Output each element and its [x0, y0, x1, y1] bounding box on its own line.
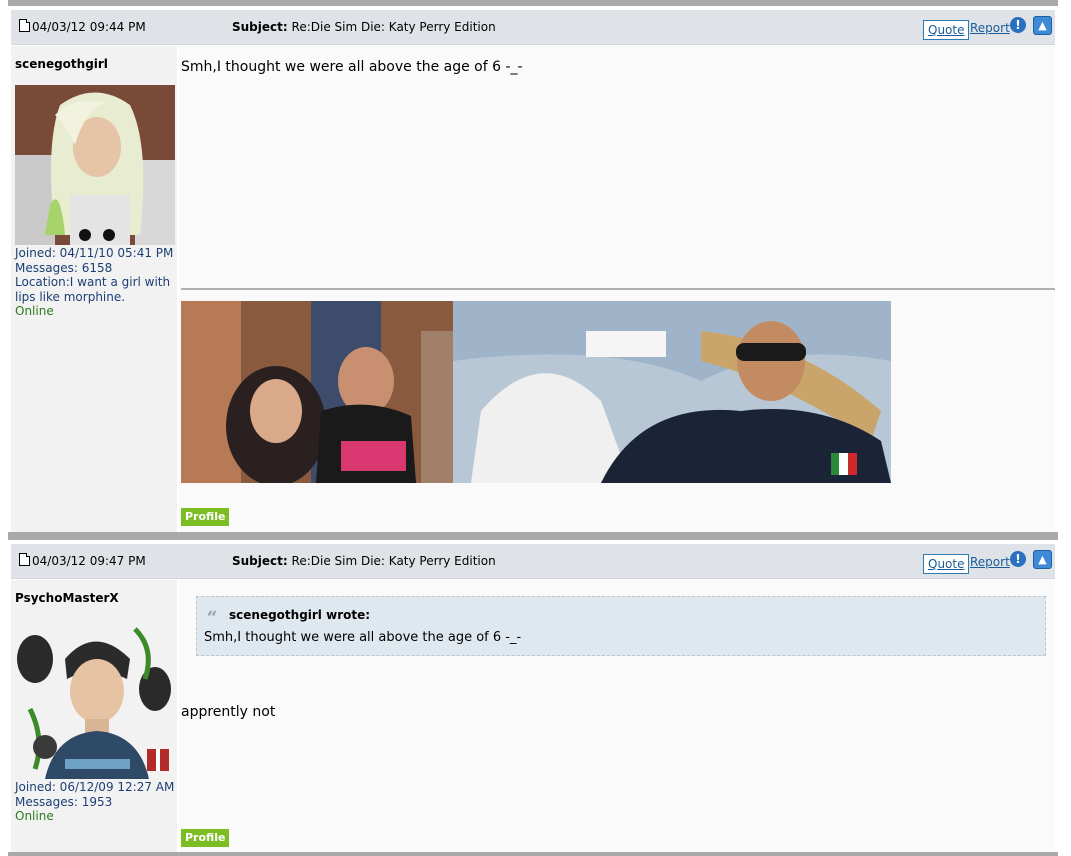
quote-text: Smh,I thought we were all above the age … — [204, 630, 522, 645]
post-header: 04/03/12 09:44 PM Subject: Re:Die Sim Di… — [11, 10, 1055, 45]
document-icon — [19, 19, 30, 32]
post-message: apprently not — [181, 704, 276, 720]
profile-button[interactable]: Profile — [181, 508, 230, 526]
report-link[interactable]: Report — [970, 555, 1010, 569]
message-count: Messages: 1953 — [15, 794, 113, 809]
subject-label: Subject: — [232, 20, 288, 34]
subject-text: Re:Die Sim Die: Katy Perry Edition — [291, 20, 496, 34]
quote-author: scenegothgirl wrote: — [229, 608, 371, 622]
post-header: 04/03/12 09:47 PM Subject: Re:Die Sim Di… — [11, 544, 1055, 579]
document-icon — [19, 553, 30, 566]
forum-post: 04/03/12 09:47 PM Subject: Re:Die Sim Di… — [8, 544, 1058, 852]
post-message: Smh,I thought we were all above the age … — [181, 59, 523, 75]
username[interactable]: PsychoMasterX — [15, 591, 119, 605]
subject-text: Re:Die Sim Die: Katy Perry Edition — [291, 554, 496, 568]
user-info: Joined: 04/11/10 05:41 PM Messages: 6158… — [15, 246, 175, 319]
post-divider — [8, 532, 1058, 540]
forum-post: 04/03/12 09:44 PM Subject: Re:Die Sim Di… — [8, 10, 1058, 532]
post-subject: Subject: Re:Die Sim Die: Katy Perry Edit… — [232, 554, 496, 568]
online-status: Online — [15, 304, 54, 318]
top-divider — [8, 0, 1058, 6]
user-info: Joined: 06/12/09 12:27 AM Messages: 1953… — [15, 780, 175, 824]
message-count: Messages: 6158 — [15, 260, 113, 275]
report-link[interactable]: Report — [970, 21, 1010, 35]
username[interactable]: scenegothgirl — [15, 57, 108, 71]
post-divider — [8, 852, 1058, 856]
signature-divider — [181, 288, 1055, 290]
online-status: Online — [15, 809, 54, 823]
subject-label: Subject: — [232, 554, 288, 568]
back-to-top-icon[interactable]: ▲ — [1033, 16, 1052, 35]
post-date: 04/03/12 09:44 PM — [32, 20, 146, 34]
post-content: “ scenegothgirl wrote: Smh,I thought we … — [179, 580, 1055, 852]
back-to-top-icon[interactable]: ▲ — [1033, 550, 1052, 569]
quote-marks-icon: “ — [206, 607, 217, 626]
quote-button[interactable]: Quote — [923, 554, 970, 574]
join-date: Joined: 06/12/09 12:27 AM — [15, 780, 175, 794]
post-content: Smh,I thought we were all above the age … — [179, 46, 1055, 532]
avatar[interactable] — [15, 619, 175, 779]
join-date: Joined: 04/11/10 05:41 PM — [15, 246, 174, 260]
post-subject: Subject: Re:Die Sim Die: Katy Perry Edit… — [232, 20, 496, 34]
quote-button[interactable]: Quote — [923, 20, 970, 40]
quote-box: “ scenegothgirl wrote: Smh,I thought we … — [196, 596, 1046, 656]
user-sidebar: scenegothgirl Joined: 04/11/10 05:41 PM … — [11, 46, 177, 532]
user-location: Location:I want a girl with lips like mo… — [15, 275, 171, 304]
info-icon[interactable]: ! — [1010, 17, 1026, 33]
post-date: 04/03/12 09:47 PM — [32, 554, 146, 568]
profile-button[interactable]: Profile — [181, 829, 230, 847]
avatar[interactable] — [15, 85, 175, 245]
user-sidebar: PsychoMasterX Joined: 06/12/09 12:27 AM … — [11, 580, 177, 852]
signature-image — [181, 301, 891, 483]
info-icon[interactable]: ! — [1010, 551, 1026, 567]
